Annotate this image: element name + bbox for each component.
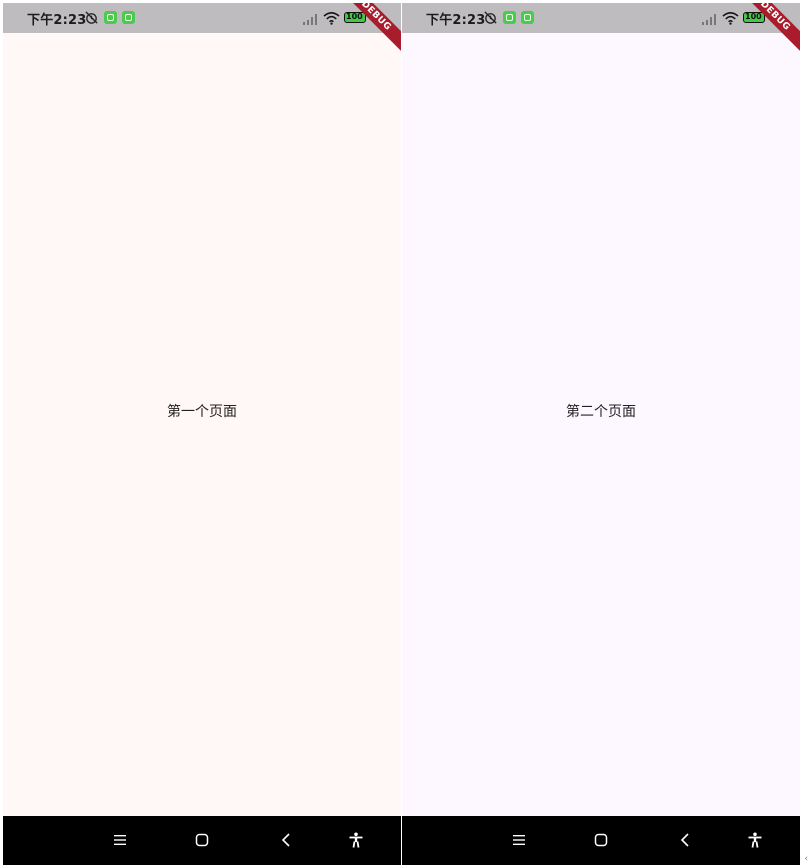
app-notification-icon bbox=[521, 11, 534, 24]
edge-chevron-icon: ‹ bbox=[804, 854, 808, 864]
back-button[interactable] bbox=[275, 829, 297, 851]
battery-icon: 100 bbox=[344, 12, 366, 23]
menu-icon bbox=[513, 835, 525, 845]
status-time: 下午2:23 bbox=[27, 13, 87, 28]
status-time: 下午2:23 bbox=[426, 13, 486, 28]
menu-button[interactable] bbox=[109, 829, 131, 851]
accessibility-icon bbox=[748, 832, 762, 848]
home-button[interactable] bbox=[590, 829, 612, 851]
accessibility-icon bbox=[349, 832, 363, 848]
wifi-icon bbox=[323, 12, 340, 25]
signal-icon bbox=[303, 14, 317, 25]
menu-button[interactable] bbox=[508, 829, 530, 851]
battery-icon: 100 bbox=[743, 12, 765, 23]
battery-level: 100 bbox=[745, 12, 762, 21]
page-title: 第一个页面 bbox=[167, 404, 237, 420]
app-notification-icon bbox=[104, 11, 117, 24]
accessibility-button[interactable] bbox=[345, 829, 367, 851]
page-title: 第二个页面 bbox=[566, 404, 636, 420]
back-icon bbox=[680, 833, 689, 847]
home-icon bbox=[195, 833, 209, 847]
home-icon bbox=[594, 833, 608, 847]
menu-icon bbox=[114, 835, 126, 845]
navigation-bar bbox=[3, 816, 401, 865]
alarm-off-icon bbox=[484, 11, 497, 24]
home-button[interactable] bbox=[191, 829, 213, 851]
app-notification-icon bbox=[122, 11, 135, 24]
accessibility-button[interactable] bbox=[744, 829, 766, 851]
phone-screen-first: 下午2:23 100 DEBUG 第一个页面 bbox=[3, 3, 401, 865]
back-button[interactable] bbox=[674, 829, 696, 851]
status-bar: 下午2:23 100 DEBUG bbox=[3, 3, 401, 60]
page-body: 第二个页面 bbox=[402, 33, 800, 816]
phone-screen-second: 下午2:23 100 DEBUG 第二个页面 bbox=[402, 3, 800, 865]
app-notification-icon bbox=[503, 11, 516, 24]
signal-icon bbox=[702, 14, 716, 25]
navigation-bar bbox=[402, 816, 800, 865]
wifi-icon bbox=[722, 12, 739, 25]
status-bar: 下午2:23 100 DEBUG bbox=[402, 3, 800, 60]
battery-level: 100 bbox=[346, 12, 363, 21]
alarm-off-icon bbox=[85, 11, 98, 24]
back-icon bbox=[281, 833, 290, 847]
page-body: 第一个页面 bbox=[3, 33, 401, 816]
